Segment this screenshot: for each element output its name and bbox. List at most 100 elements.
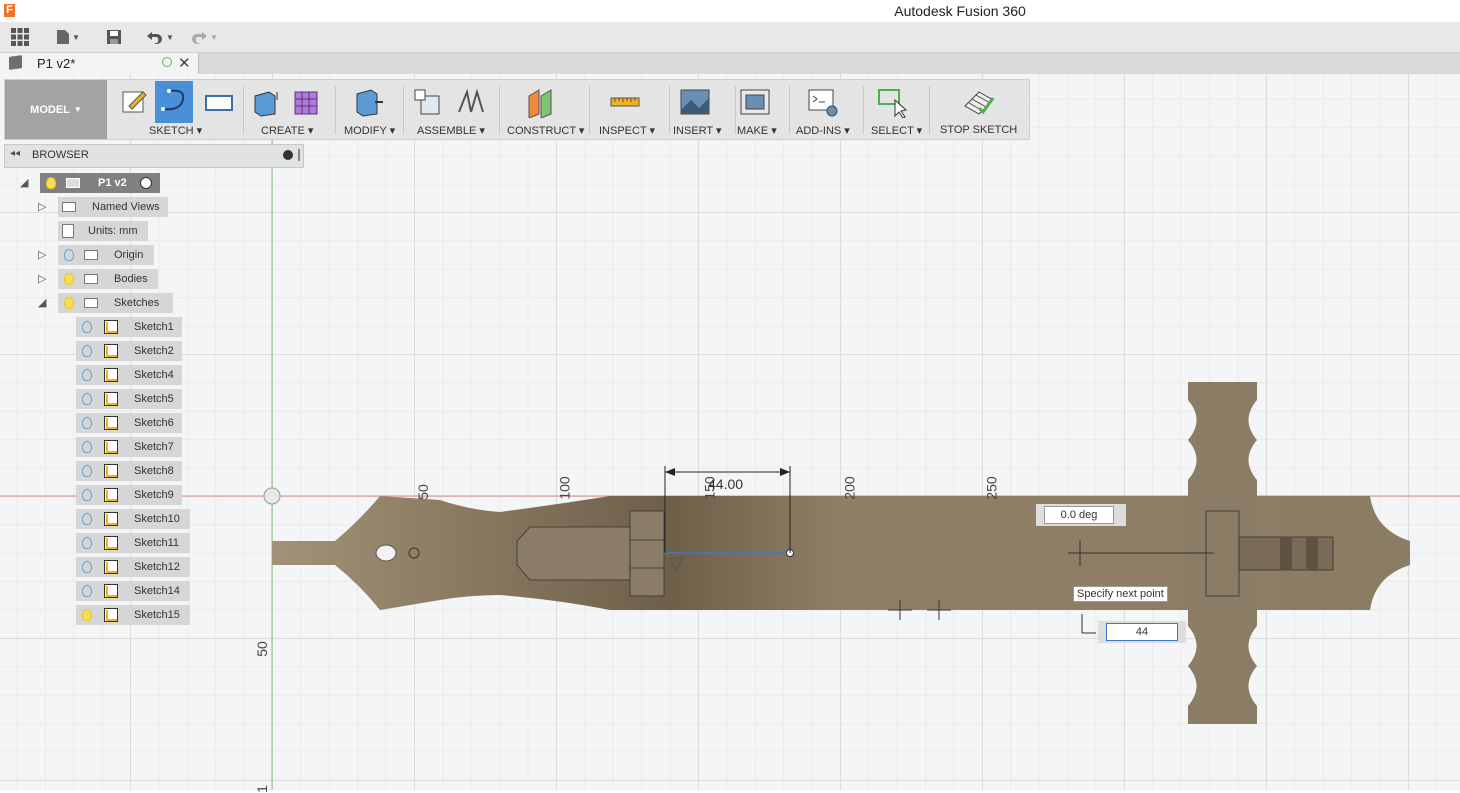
insert-image-icon[interactable] bbox=[679, 86, 711, 118]
visibility-bulb-icon[interactable] bbox=[82, 489, 92, 501]
line-tool-button[interactable] bbox=[155, 81, 193, 123]
fusion-app-icon[interactable]: F bbox=[4, 4, 15, 17]
collapse-arrow-icon[interactable]: ◢ bbox=[20, 176, 28, 189]
create-menu[interactable]: CREATE ▾ bbox=[261, 124, 313, 137]
origin-point-icon[interactable] bbox=[263, 487, 281, 505]
file-icon bbox=[57, 30, 69, 44]
grid-icon bbox=[11, 28, 29, 46]
modify-menu[interactable]: MODIFY ▾ bbox=[344, 124, 395, 137]
visibility-bulb-icon[interactable] bbox=[82, 345, 92, 357]
toolbar-separator bbox=[499, 86, 500, 134]
scripts-icon[interactable] bbox=[807, 86, 839, 118]
rectangle-icon[interactable] bbox=[203, 86, 235, 118]
canvas-viewport[interactable]: 50 100 150 200 250 50 1 44.00 0.0 deg Sp… bbox=[0, 74, 1460, 793]
undo-icon bbox=[147, 32, 162, 44]
add-ins-group: ADD-INS ▾ bbox=[793, 80, 859, 139]
inspect-menu[interactable]: INSPECT ▾ bbox=[599, 124, 655, 137]
browser-item-sketch[interactable]: Sketch10 bbox=[76, 509, 190, 529]
visibility-bulb-icon[interactable] bbox=[82, 537, 92, 549]
file-menu-button[interactable]: ▼ bbox=[56, 26, 80, 48]
browser-item-sketch[interactable]: Sketch4 bbox=[76, 365, 182, 385]
browser-item-sketch[interactable]: Sketch15 bbox=[76, 605, 190, 625]
joint-icon[interactable] bbox=[455, 86, 487, 118]
undo-button[interactable]: ▼ bbox=[146, 26, 174, 48]
browser-item-sketches[interactable]: Sketches bbox=[58, 293, 173, 313]
create-sketch-icon[interactable] bbox=[119, 86, 151, 118]
expand-arrow-icon[interactable]: ▷ bbox=[38, 272, 46, 285]
browser-item-sketch[interactable]: Sketch1 bbox=[76, 317, 182, 337]
ferrule-block[interactable] bbox=[629, 510, 665, 597]
browser-item-origin[interactable]: Origin bbox=[58, 245, 154, 265]
ruler-label: 100 bbox=[556, 476, 573, 500]
angle-input[interactable]: 0.0 deg bbox=[1044, 506, 1114, 524]
select-icon[interactable] bbox=[877, 86, 909, 118]
dimension-value[interactable]: 44.00 bbox=[708, 476, 743, 492]
tang-shape[interactable] bbox=[516, 526, 631, 581]
browser-item-units[interactable]: Units: mm bbox=[58, 221, 148, 241]
browser-item-sketch[interactable]: Sketch9 bbox=[76, 485, 182, 505]
collapse-icon[interactable]: ◂◂ bbox=[10, 148, 20, 159]
select-menu[interactable]: SELECT ▾ bbox=[871, 124, 922, 137]
visibility-bulb-icon[interactable] bbox=[46, 177, 56, 189]
sketch-icon bbox=[104, 416, 118, 430]
browser-item-sketch[interactable]: Sketch14 bbox=[76, 581, 190, 601]
extrude-icon[interactable] bbox=[249, 86, 281, 118]
redo-button[interactable]: ▼ bbox=[190, 26, 218, 48]
visibility-bulb-icon[interactable] bbox=[82, 321, 92, 333]
visibility-bulb-icon[interactable] bbox=[82, 609, 92, 621]
close-icon[interactable]: ✕ bbox=[178, 54, 191, 72]
stop-sketch-group[interactable]: STOP SKETCH bbox=[935, 80, 1025, 139]
visibility-bulb-icon[interactable] bbox=[82, 585, 92, 597]
hole-shape[interactable] bbox=[375, 544, 397, 562]
browser-item-sketch[interactable]: Sketch12 bbox=[76, 557, 190, 577]
browser-item-sketch[interactable]: Sketch11 bbox=[76, 533, 190, 553]
sketch-canvas[interactable] bbox=[0, 74, 1460, 790]
browser-item-sketch[interactable]: Sketch8 bbox=[76, 461, 182, 481]
inspect-group: INSPECT ▾ bbox=[593, 80, 665, 139]
visibility-bulb-icon[interactable] bbox=[64, 273, 74, 285]
make-menu[interactable]: MAKE ▾ bbox=[737, 124, 777, 137]
offset-plane-icon[interactable] bbox=[525, 86, 557, 118]
visibility-bulb-icon[interactable] bbox=[82, 441, 92, 453]
insert-menu[interactable]: INSERT ▾ bbox=[673, 124, 722, 137]
construct-menu[interactable]: CONSTRUCT ▾ bbox=[507, 124, 584, 137]
workspace-label: MODEL bbox=[30, 103, 70, 116]
browser-item-bodies[interactable]: Bodies bbox=[58, 269, 158, 289]
browser-item-named-views[interactable]: Named Views bbox=[58, 197, 168, 217]
add-ins-menu[interactable]: ADD-INS ▾ bbox=[796, 124, 850, 137]
length-input[interactable]: 44 bbox=[1106, 623, 1178, 641]
3d-print-icon[interactable] bbox=[739, 86, 771, 118]
browser-item-sketch[interactable]: Sketch6 bbox=[76, 413, 182, 433]
visibility-bulb-icon[interactable] bbox=[82, 561, 92, 573]
document-tab[interactable]: P1 v2* ✕ bbox=[0, 53, 199, 74]
assemble-menu[interactable]: ASSEMBLE ▾ bbox=[417, 124, 485, 137]
visibility-bulb-icon[interactable] bbox=[82, 465, 92, 477]
expand-arrow-icon[interactable]: ▷ bbox=[38, 248, 46, 261]
browser-item-sketch[interactable]: Sketch5 bbox=[76, 389, 182, 409]
collapse-arrow-icon[interactable]: ◢ bbox=[38, 296, 46, 309]
sketch-label: SKETCH bbox=[149, 125, 194, 137]
visibility-bulb-icon[interactable] bbox=[82, 393, 92, 405]
activate-radio-icon[interactable] bbox=[140, 177, 152, 189]
chevron-down-icon: ▼ bbox=[166, 32, 174, 42]
browser-item-sketch[interactable]: Sketch7 bbox=[76, 437, 182, 457]
form-icon[interactable] bbox=[291, 86, 323, 118]
resize-handle[interactable] bbox=[298, 149, 300, 161]
visibility-bulb-icon[interactable] bbox=[64, 249, 74, 261]
visibility-bulb-icon[interactable] bbox=[82, 369, 92, 381]
press-pull-icon[interactable] bbox=[353, 86, 385, 118]
visibility-bulb-icon[interactable] bbox=[64, 297, 74, 309]
browser-item-sketch[interactable]: Sketch2 bbox=[76, 341, 182, 361]
visibility-bulb-icon[interactable] bbox=[82, 513, 92, 525]
expand-arrow-icon[interactable]: ▷ bbox=[38, 200, 46, 213]
ribbon-toolbar: MODEL ▼ SKETCH ▾ CREATE ▾ MODIFY ▾ ASSEM… bbox=[4, 79, 1030, 140]
new-component-icon[interactable] bbox=[411, 86, 443, 118]
data-panel-button[interactable] bbox=[11, 26, 29, 48]
quick-access-toolbar: ▼ ▼ ▼ bbox=[0, 22, 1460, 53]
visibility-bulb-icon[interactable] bbox=[82, 417, 92, 429]
sketch-menu[interactable]: SKETCH ▾ bbox=[149, 124, 202, 137]
measure-icon[interactable] bbox=[609, 86, 641, 118]
save-button[interactable] bbox=[106, 26, 122, 48]
workspace-switcher[interactable]: MODEL ▼ bbox=[5, 80, 107, 139]
minus-circle-icon[interactable] bbox=[283, 150, 293, 160]
